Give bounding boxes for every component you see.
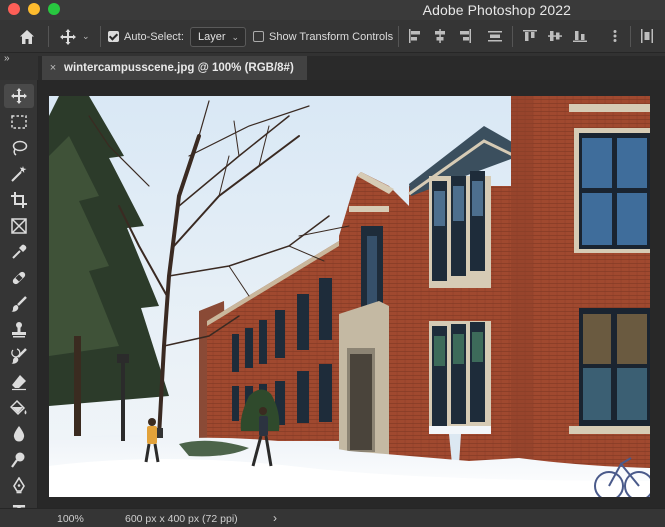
crop-tool[interactable]	[4, 188, 34, 212]
document-tab[interactable]: × wintercampusscene.jpg @ 100% (RGB/8#)	[42, 56, 307, 80]
move-tool[interactable]	[4, 84, 34, 108]
eraser-icon	[12, 375, 26, 391]
stamp-icon	[12, 322, 26, 338]
brush-tool[interactable]	[4, 292, 34, 316]
align-top-icon[interactable]	[523, 29, 537, 43]
status-menu-arrow-icon[interactable]: ›	[273, 511, 277, 525]
document-tab-title: wintercampusscene.jpg @ 100% (RGB/8#)	[64, 62, 294, 74]
crop-icon	[11, 192, 27, 208]
clone-stamp-tool[interactable]	[4, 318, 34, 342]
winter-campus-photo	[49, 96, 650, 497]
tools-panel: T	[0, 80, 38, 527]
brush-icon	[11, 296, 27, 312]
minimize-window-button[interactable]	[28, 3, 40, 15]
more-icon[interactable]	[608, 29, 622, 43]
lasso-tool[interactable]	[4, 136, 34, 160]
status-bar: 100% 600 px x 400 px (72 ppi) ›	[0, 508, 665, 527]
history-brush-icon	[11, 348, 27, 364]
title-bar: Adobe Photoshop 2022	[0, 0, 665, 20]
distribute-spacing-icon[interactable]	[640, 29, 654, 43]
lasso-icon	[12, 140, 28, 156]
distribute-vertical-icon[interactable]	[488, 29, 502, 43]
zoom-level[interactable]: 100%	[57, 513, 84, 525]
eyedropper-icon	[12, 244, 27, 259]
tool-preset-picker[interactable]: ⌄	[59, 20, 90, 53]
align-right-icon[interactable]	[458, 29, 472, 43]
checkbox-checked-icon	[108, 31, 119, 42]
close-tab-icon[interactable]: ×	[42, 62, 64, 74]
bandage-icon	[12, 271, 26, 285]
document-tab-bar: × wintercampusscene.jpg @ 100% (RGB/8#)	[38, 56, 665, 80]
rectangle-marquee-icon	[11, 115, 27, 129]
paint-bucket-icon	[10, 399, 27, 416]
home-button[interactable]	[18, 20, 36, 53]
chevron-down-icon: ⌄	[231, 32, 239, 42]
quick-selection-tool[interactable]	[4, 162, 34, 186]
app-title: Adobe Photoshop 2022	[422, 2, 571, 18]
chevron-down-icon: ⌄	[82, 31, 90, 41]
options-bar: ⌄ Auto-Select: Layer ⌄ Show Transform Co…	[0, 20, 665, 53]
align-horizontal-center-icon[interactable]	[433, 29, 447, 43]
history-brush-tool[interactable]	[4, 344, 34, 368]
align-bottom-icon[interactable]	[573, 29, 587, 43]
eyedropper-tool[interactable]	[4, 240, 34, 264]
dodge-icon	[11, 452, 25, 468]
magic-wand-icon	[11, 166, 27, 182]
collapse-panels-icon[interactable]: »	[4, 53, 10, 64]
blur-tool[interactable]	[4, 422, 34, 446]
checkbox-unchecked-icon	[253, 31, 264, 42]
align-left-icon[interactable]	[408, 29, 422, 43]
home-icon	[20, 29, 34, 44]
show-transform-label: Show Transform Controls	[269, 30, 394, 43]
dodge-tool[interactable]	[4, 448, 34, 472]
frame-icon	[11, 218, 27, 234]
auto-select-label: Auto-Select:	[124, 30, 184, 43]
layer-dropdown[interactable]: Layer ⌄	[190, 27, 246, 47]
document-image[interactable]	[49, 96, 650, 497]
droplet-icon	[13, 426, 25, 442]
healing-brush-tool[interactable]	[4, 266, 34, 290]
pen-icon	[13, 477, 25, 494]
pen-tool[interactable]	[4, 474, 34, 498]
move-icon	[11, 88, 27, 104]
marquee-tool[interactable]	[4, 110, 34, 134]
align-vertical-center-icon[interactable]	[548, 29, 562, 43]
paint-bucket-tool[interactable]	[4, 396, 34, 420]
auto-select-checkbox[interactable]: Auto-Select:	[108, 20, 184, 53]
move-icon	[60, 28, 76, 45]
document-info: 600 px x 400 px (72 ppi)	[125, 513, 238, 525]
eraser-tool[interactable]	[4, 370, 34, 394]
frame-tool[interactable]	[4, 214, 34, 238]
show-transform-controls-checkbox[interactable]: Show Transform Controls	[253, 20, 393, 53]
close-window-button[interactable]	[8, 3, 20, 15]
zoom-window-button[interactable]	[48, 3, 60, 15]
layer-dropdown-value: Layer	[198, 31, 226, 43]
